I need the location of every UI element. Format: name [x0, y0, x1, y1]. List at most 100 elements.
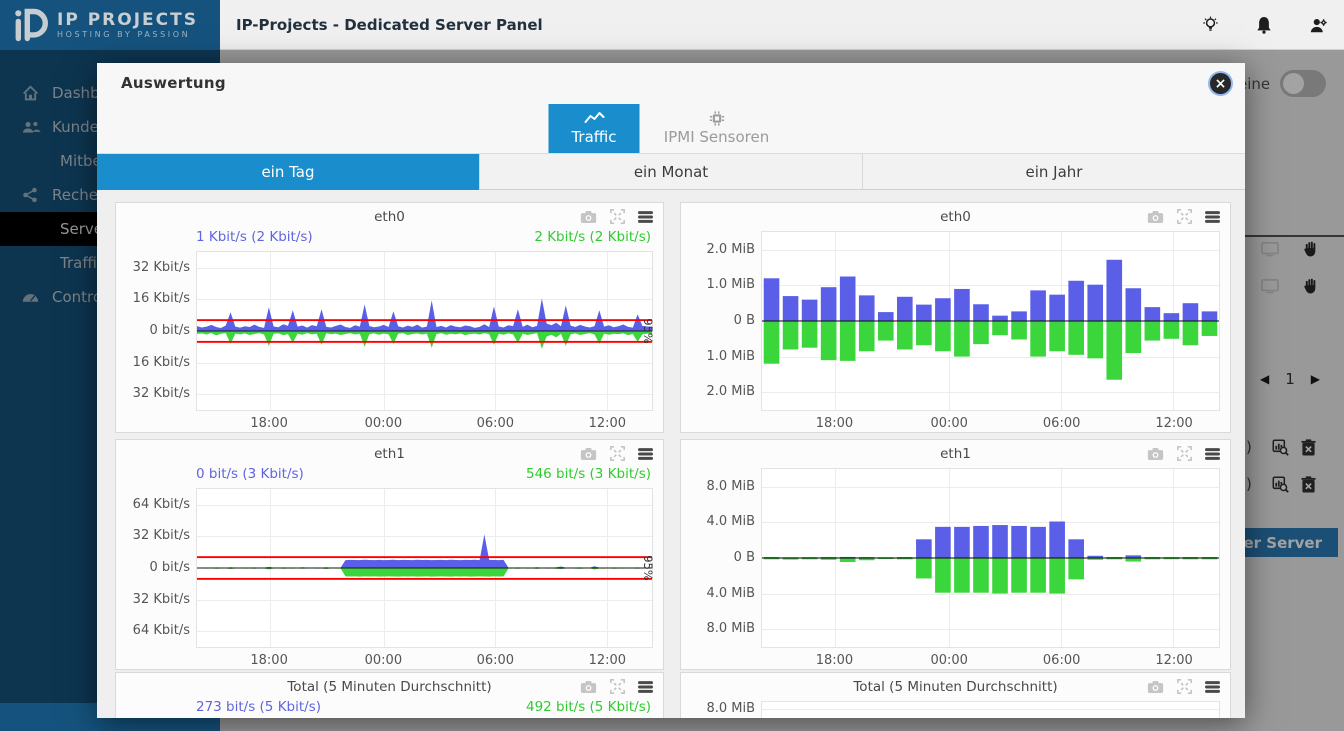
x-axis-label: 12:00 [589, 416, 626, 431]
x-axis-label: 00:00 [365, 416, 402, 431]
x-axis-label: 18:00 [816, 416, 853, 431]
plot-area: 32 Kbit/s16 Kbit/s0 bit/s16 Kbit/s32 Kbi… [196, 251, 653, 411]
tab-label: Traffic [571, 128, 616, 146]
charts-area: eth01 Kbit/s (2 Kbit/s)2 Kbit/s (2 Kbit/… [97, 190, 1245, 718]
y-axis-label: 8.0 MiB [685, 701, 755, 716]
tab-ipmi-sensoren[interactable]: IPMI Sensoren [640, 104, 794, 153]
page-title: IP-Projects - Dedicated Server Panel [236, 0, 543, 50]
camera-icon[interactable] [1147, 680, 1164, 694]
ip-projects-logo-icon [12, 7, 48, 43]
x-axis-label: 12:00 [1155, 653, 1192, 668]
y-axis-label: 4.0 MiB [685, 514, 755, 529]
x-axis-label: 06:00 [1043, 416, 1080, 431]
x-axis-label: 00:00 [930, 416, 967, 431]
tab-bar: Traffic IPMI Sensoren [549, 104, 794, 153]
y-axis-label: 1.0 MiB [685, 277, 755, 292]
menu-icon[interactable] [1205, 448, 1220, 460]
y-axis-label: 32 Kbit/s [120, 528, 190, 543]
period-tab-ein-tag[interactable]: ein Tag [97, 154, 480, 190]
stat-outbound: 2 Kbit/s (2 Kbit/s) [534, 229, 651, 245]
y-axis-label: 16 Kbit/s [120, 291, 190, 306]
y-axis-label: 32 Kbit/s [120, 260, 190, 275]
period-tab-ein-monat[interactable]: ein Monat [480, 154, 863, 190]
expand-icon[interactable] [1177, 446, 1192, 461]
chart-panel-eth0-volume: eth02.0 MiB1.0 MiB0 B1.0 MiB2.0 MiB18:00… [680, 202, 1231, 433]
x-axis-label: 00:00 [365, 653, 402, 668]
y-axis-label: 32 Kbit/s [120, 592, 190, 607]
plot-area: 8.0 MiB4.0 MiB0 B4.0 MiB8.0 MiB [761, 468, 1220, 648]
x-axis-label: 06:00 [477, 416, 514, 431]
stat-outbound: 546 bit/s (3 Kbit/s) [526, 466, 651, 482]
chart-panel-eth1-rate: eth10 bit/s (3 Kbit/s)546 bit/s (3 Kbit/… [115, 439, 664, 670]
x-axis-label: 06:00 [1043, 653, 1080, 668]
user-settings-icon[interactable] [1309, 17, 1328, 34]
app-root: IP PROJECTS HOSTING BY PASSION IP-Projec… [0, 0, 1344, 731]
y-axis-label: 2.0 MiB [685, 384, 755, 399]
camera-icon[interactable] [580, 447, 597, 461]
plot-area: 2.0 MiB1.0 MiB0 B1.0 MiB2.0 MiB [761, 231, 1220, 411]
tab-label: IPMI Sensoren [664, 128, 769, 146]
expand-icon[interactable] [610, 446, 625, 461]
logo[interactable]: IP PROJECTS HOSTING BY PASSION [0, 0, 220, 50]
close-icon[interactable]: × [1210, 73, 1231, 94]
expand-icon[interactable] [1177, 679, 1192, 694]
y-axis-label: 0 B [685, 550, 755, 565]
x-axis-label: 12:00 [1155, 416, 1192, 431]
x-axis-label: 18:00 [816, 653, 853, 668]
chart-panel-total-volume: Total (5 Minuten Durchschnitt)8.0 MiB [680, 672, 1231, 718]
period-tab-ein-jahr[interactable]: ein Jahr [863, 154, 1245, 190]
stat-inbound: 1 Kbit/s (2 Kbit/s) [196, 229, 313, 245]
stat-outbound: 492 bit/s (5 Kbit/s) [526, 699, 651, 715]
y-axis-label: 1.0 MiB [685, 349, 755, 364]
y-axis-label: 8.0 MiB [685, 479, 755, 494]
auswertung-modal: Auswertung × Traffic IPMI Sensoren ein T… [97, 63, 1245, 718]
bell-icon[interactable] [1256, 16, 1272, 34]
header-icons [1202, 0, 1328, 50]
y-axis-label: 16 Kbit/s [120, 355, 190, 370]
stat-inbound: 273 bit/s (5 Kbit/s) [196, 699, 321, 715]
menu-icon[interactable] [638, 681, 653, 693]
y-axis-label: 4.0 MiB [685, 586, 755, 601]
tab-traffic[interactable]: Traffic [549, 104, 640, 153]
stat-inbound: 0 bit/s (3 Kbit/s) [196, 466, 304, 482]
chart-panel-eth0-rate: eth01 Kbit/s (2 Kbit/s)2 Kbit/s (2 Kbit/… [115, 202, 664, 433]
y-axis-label: 32 Kbit/s [120, 386, 190, 401]
menu-icon[interactable] [638, 211, 653, 223]
menu-icon[interactable] [1205, 681, 1220, 693]
plot-area: 64 Kbit/s32 Kbit/s0 bit/s32 Kbit/s64 Kbi… [196, 488, 653, 648]
y-axis-label: 0 B [685, 313, 755, 328]
y-axis-label: 0 bit/s [120, 323, 190, 338]
plot-area: 8.0 MiB [761, 701, 1220, 718]
x-axis-label: 18:00 [250, 416, 287, 431]
logo-tagline: HOSTING BY PASSION [57, 30, 198, 39]
x-axis-label: 18:00 [250, 653, 287, 668]
modal-title: Auswertung [121, 74, 226, 92]
x-axis-label: 12:00 [589, 653, 626, 668]
y-axis-label: 2.0 MiB [685, 242, 755, 257]
menu-icon[interactable] [1205, 211, 1220, 223]
x-axis-label: 06:00 [477, 653, 514, 668]
chart-panel-eth1-volume: eth18.0 MiB4.0 MiB0 B4.0 MiB8.0 MiB18:00… [680, 439, 1231, 670]
expand-icon[interactable] [1177, 209, 1192, 224]
period-tab-bar: ein Tag ein Monat ein Jahr [97, 153, 1245, 190]
line-chart-icon [584, 112, 604, 125]
chip-icon [709, 112, 724, 125]
expand-icon[interactable] [610, 679, 625, 694]
camera-icon[interactable] [1147, 210, 1164, 224]
chart-panel-total-rate: Total (5 Minuten Durchschnitt)273 bit/s … [115, 672, 664, 718]
y-axis-label: 0 bit/s [120, 560, 190, 575]
camera-icon[interactable] [580, 680, 597, 694]
y-axis-label: 64 Kbit/s [120, 497, 190, 512]
lightbulb-icon[interactable] [1202, 16, 1219, 35]
y-axis-label: 8.0 MiB [685, 621, 755, 636]
app-header: IP PROJECTS HOSTING BY PASSION IP-Projec… [0, 0, 1344, 50]
camera-icon[interactable] [1147, 447, 1164, 461]
percentile-95-label: 95% [641, 318, 655, 344]
logo-title: IP PROJECTS [57, 11, 198, 31]
percentile-95-label: 95% [641, 555, 655, 581]
camera-icon[interactable] [580, 210, 597, 224]
y-axis-label: 64 Kbit/s [120, 623, 190, 638]
menu-icon[interactable] [638, 448, 653, 460]
expand-icon[interactable] [610, 209, 625, 224]
x-axis-label: 00:00 [930, 653, 967, 668]
